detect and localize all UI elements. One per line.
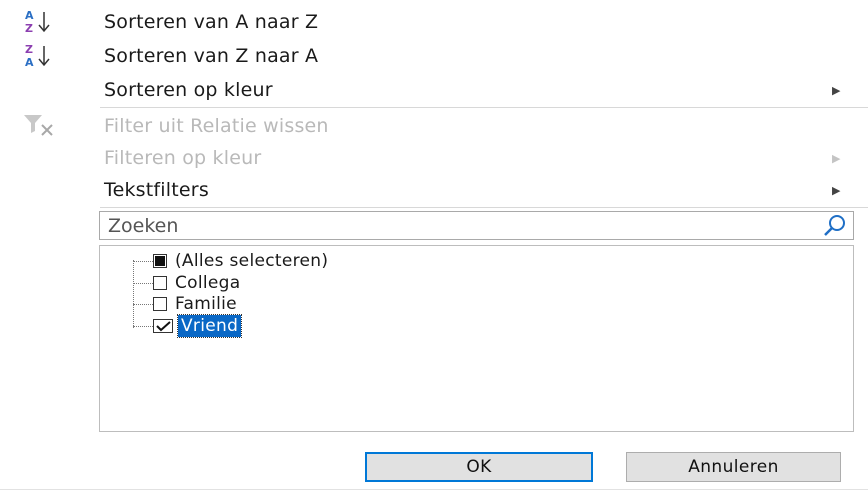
tree-connector [133,260,153,262]
search-icon[interactable] [822,214,848,238]
list-item-label: (Alles selecteren) [175,251,329,271]
submenu-arrow-icon: ▶ [832,151,841,165]
checkmark-icon [156,321,171,332]
menu-label-sort-z-a: Sorteren van Z naar A [104,45,319,67]
tree-connector [133,282,153,284]
submenu-arrow-icon: ▶ [832,183,841,197]
list-item-collega[interactable]: Collega [133,272,241,294]
list-item-familie[interactable]: Familie [133,293,237,315]
menu-bottom-border [0,489,868,490]
sort-ascending-icon: A Z [22,7,64,37]
search-box [99,211,854,240]
ok-button[interactable]: OK [365,452,593,482]
clear-filter-icon [22,111,64,141]
menu-label-sort-by-color: Sorteren op kleur [104,79,273,101]
svg-text:Z: Z [25,22,33,35]
sort-descending-icon: Z A [22,41,64,71]
svg-text:Z: Z [25,43,33,56]
menu-label-sort-a-z: Sorteren van A naar Z [104,11,319,33]
menu-item-sort-by-color[interactable]: Sorteren op kleur ▶ [0,73,868,107]
list-item-select-all[interactable]: (Alles selecteren) [133,250,328,272]
menu-separator [100,107,868,108]
menu-label-filter-by-color: Filteren op kleur [104,147,262,169]
cancel-button[interactable]: Annuleren [626,452,841,482]
svg-text:A: A [25,9,34,22]
menu-label-text-filters: Tekstfilters [104,179,209,201]
menu-item-filter-by-color: Filteren op kleur ▶ [0,141,868,175]
menu-item-clear-filter: Filter uit Relatie wissen [0,109,868,143]
menu-separator [100,207,868,208]
filter-value-list[interactable]: (Alles selecteren) Collega Familie Vrien… [99,245,854,432]
menu-item-sort-z-a[interactable]: Z A Sorteren van Z naar A [0,39,868,73]
list-item-label: Collega [175,273,241,293]
checkbox-partial[interactable] [153,254,167,268]
checkbox-unchecked[interactable] [153,276,167,290]
menu-label-clear-filter: Filter uit Relatie wissen [104,115,329,137]
submenu-arrow-icon: ▶ [832,83,841,97]
menu-item-text-filters[interactable]: Tekstfilters ▶ [0,173,868,207]
svg-text:A: A [25,56,34,69]
search-input[interactable] [100,212,808,239]
checkbox-unchecked[interactable] [153,297,167,311]
list-item-label: Familie [175,294,237,314]
checkbox-checked[interactable] [153,319,173,333]
list-item-vriend[interactable]: Vriend [133,314,243,338]
tree-connector [133,303,153,305]
list-item-label-selected: Vriend [176,314,243,338]
menu-item-sort-a-z[interactable]: A Z Sorteren van A naar Z [0,5,868,39]
tree-connector [133,325,153,327]
